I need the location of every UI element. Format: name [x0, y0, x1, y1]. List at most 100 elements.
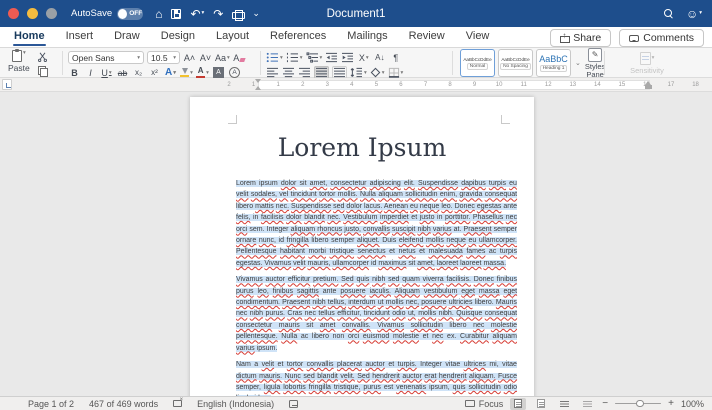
autosave-toggle[interactable]: OFF [117, 7, 144, 20]
font-name-select[interactable]: Open Sans ▾ [68, 51, 144, 64]
view-draft-button[interactable] [579, 398, 595, 410]
word: purus [236, 287, 254, 295]
zoom-level[interactable]: 100% [681, 399, 704, 409]
sensitivity-button[interactable]: ▾ Sensitivity [630, 51, 664, 75]
copy-button[interactable] [36, 64, 49, 77]
word: eget [503, 287, 518, 295]
language-indicator[interactable]: English (Indonesia) [197, 399, 274, 409]
word: elit. [403, 180, 415, 187]
tab-mailings[interactable]: Mailings [346, 28, 388, 46]
share-label: Share [573, 32, 602, 44]
comments-button[interactable]: Comments [619, 29, 704, 47]
autosave-control[interactable]: AutoSave OFF [71, 7, 144, 20]
grow-font-button[interactable]: A˄ [183, 51, 196, 64]
font-size-value: 10.5 [151, 52, 168, 63]
page-indicator[interactable]: Page 1 of 2 [28, 399, 74, 409]
word: Nulla [360, 191, 376, 199]
word: turpis. [397, 361, 417, 369]
tab-draw[interactable]: Draw [113, 28, 141, 46]
word: turpis [488, 180, 507, 187]
word: sem. [249, 225, 265, 233]
multilevel-list-button[interactable]: ▾ [306, 51, 322, 64]
customize-toolbar-icon[interactable]: ⌄ [252, 9, 260, 18]
sort-button[interactable]: A↓ [373, 51, 386, 64]
numbering-button[interactable]: ▾ [286, 51, 303, 64]
style-card-normal[interactable]: AaBbCcDdEe Normal [460, 49, 495, 77]
zoom-slider[interactable] [615, 399, 662, 408]
word: Duis [382, 237, 397, 245]
tab-layout[interactable]: Layout [215, 28, 250, 46]
zoom-in-button[interactable]: + [668, 398, 674, 409]
tab-references[interactable]: References [269, 28, 327, 46]
word: ut [377, 299, 384, 307]
word: Integer [420, 361, 442, 369]
word: felis, [236, 214, 251, 222]
print-icon[interactable] [232, 10, 246, 21]
tab-view[interactable]: View [465, 28, 491, 46]
bullets-button[interactable]: ▾ [266, 51, 283, 64]
word: est [383, 383, 394, 391]
zoom-out-button[interactable]: − [602, 398, 608, 409]
ruler-number: 6 [399, 82, 403, 88]
undo-icon[interactable]: ↶ ▾ [190, 8, 204, 20]
minimize-window-button[interactable] [27, 8, 38, 19]
show-formatting-marks-button[interactable]: ¶ [389, 51, 402, 64]
ruler[interactable]: 2 1 1 2 3 4 5 6 7 8 9 10 11 12 13 14 15 16 17 18 [0, 78, 712, 92]
word: leo, [257, 287, 269, 295]
word: Aenean [383, 202, 409, 210]
style-card-heading-1[interactable]: AaBbC Heading 1 [536, 49, 571, 77]
word: aliquam. [469, 372, 496, 380]
word-count[interactable]: 467 of 469 words [89, 399, 158, 409]
word: Praesent [463, 225, 492, 233]
increase-indent-button[interactable] [341, 51, 354, 64]
font-size-select[interactable]: 10.5 ▾ [147, 51, 180, 64]
home-icon[interactable]: ⌂ [155, 8, 162, 20]
paste-dropdown-icon[interactable]: ▾ [23, 50, 26, 56]
document-page[interactable]: Lorem Ipsum Lorem ipsum dolor sit amet, … [190, 97, 534, 396]
view-outline-button[interactable] [556, 398, 572, 410]
search-icon[interactable] [663, 8, 674, 19]
redo-icon[interactable]: ↷ [213, 8, 223, 20]
tab-design[interactable]: Design [160, 28, 196, 46]
shrink-font-button[interactable]: A˅ [199, 51, 212, 64]
cut-button[interactable] [36, 50, 49, 63]
indent-marker-right-icon[interactable] [645, 81, 652, 90]
styles-pane-button[interactable]: ✎ Styles Pane [585, 47, 605, 79]
paragraph[interactable]: Nam a velit et tortor convallis placerat… [236, 359, 518, 396]
style-card-no-spacing[interactable]: AaBbCcDdEe No Spacing [498, 49, 533, 77]
clear-formatting-button[interactable]: A [233, 51, 246, 64]
zoom-window-button[interactable] [46, 8, 57, 19]
save-icon[interactable] [171, 8, 182, 19]
asian-layout-button[interactable]: X ▾ [357, 51, 370, 64]
view-web-layout-button[interactable] [533, 398, 549, 410]
input-source-icon[interactable] [289, 399, 299, 408]
align-right-icon [299, 67, 310, 78]
share-button[interactable]: Share [550, 29, 612, 47]
word: vitae [502, 361, 517, 369]
focus-button[interactable]: Focus [464, 399, 503, 409]
tab-insert[interactable]: Insert [65, 28, 95, 46]
undo-dropdown-icon[interactable]: ▾ [202, 10, 205, 17]
change-case-button[interactable]: Aa ▾ [215, 51, 230, 64]
subscript-icon: x₂ [134, 68, 143, 77]
word: laoreet [436, 259, 459, 267]
paragraph[interactable]: Vivamus auctor efficitur pretium. Sed qu… [236, 274, 518, 354]
styles-gallery-more-icon[interactable]: ⌄ [575, 59, 581, 67]
paragraph[interactable]: Lorem ipsum dolor sit amet, consectetur … [236, 178, 518, 269]
view-print-layout-button[interactable] [510, 397, 527, 410]
word: fames [466, 248, 486, 256]
proofing-errors-icon[interactable] [173, 397, 183, 407]
decrease-indent-button[interactable] [325, 51, 338, 64]
zoom-slider-thumb[interactable] [636, 399, 644, 408]
tab-home[interactable]: Home [13, 28, 46, 46]
indent-marker-left-icon[interactable] [254, 79, 262, 90]
word: consequat [484, 191, 518, 199]
tab-review[interactable]: Review [408, 28, 446, 46]
tab-stop-selector-icon[interactable] [2, 79, 12, 90]
word: Donec [454, 202, 475, 210]
font-group: Open Sans ▾ 10.5 ▾ A˄ A˅ Aa ▾ A B I U ▾ ab x… [68, 48, 258, 78]
document-heading[interactable]: Lorem Ipsum [190, 133, 534, 162]
word: efficitur [287, 276, 311, 284]
feedback-smiley-icon[interactable]: ☺ ▾ [686, 8, 702, 20]
close-window-button[interactable] [8, 8, 19, 19]
